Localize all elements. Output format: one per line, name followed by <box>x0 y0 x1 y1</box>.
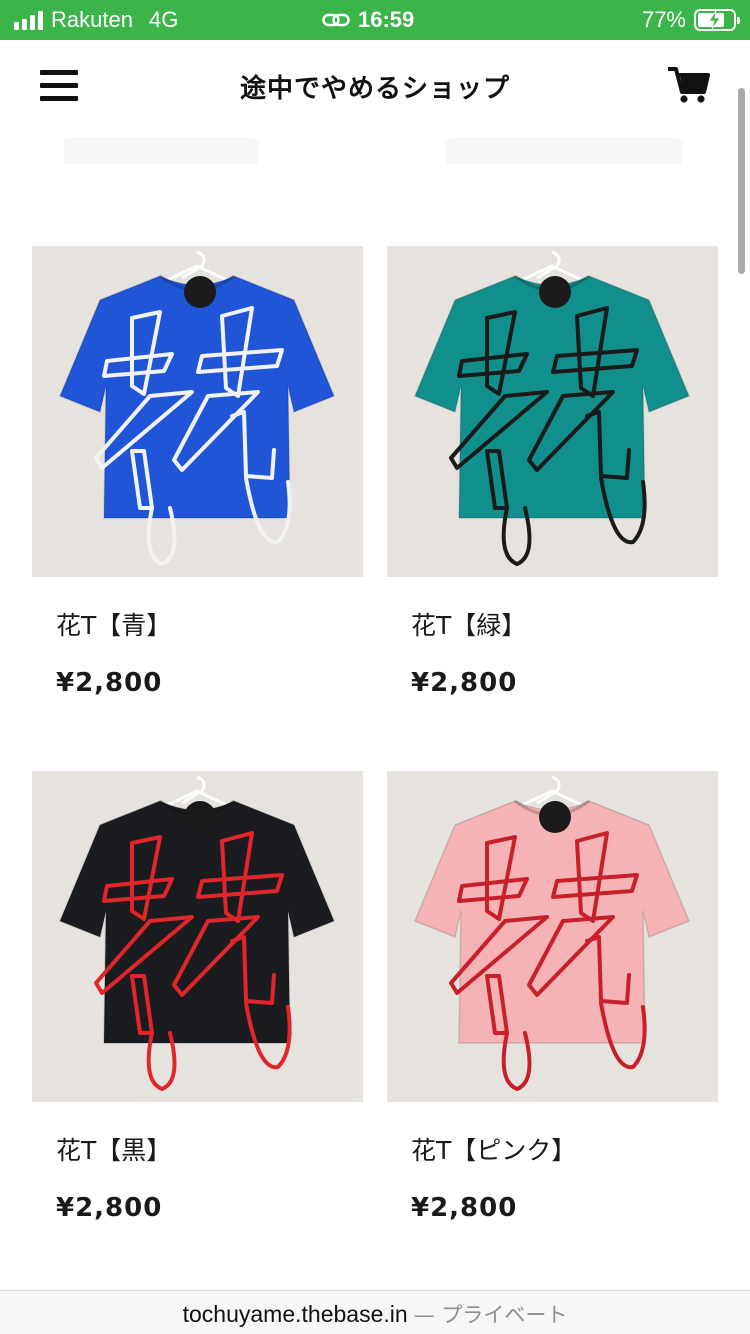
url-host: tochuyame.thebase.in <box>182 1301 408 1327</box>
tshirt-photo <box>32 771 363 1102</box>
private-mode-label: — プライベート <box>413 1303 568 1327</box>
tshirt-photo <box>32 246 363 577</box>
clock-time: 16:59 <box>358 7 415 32</box>
product-price: ¥2,800 <box>411 668 518 698</box>
tshirt-photo <box>387 771 718 1102</box>
product-name[interactable]: 花T【黒】 <box>56 1131 171 1167</box>
shopping-cart-icon[interactable] <box>667 66 710 104</box>
placeholder-bar-right <box>446 138 682 164</box>
product-name[interactable]: 花T【緑】 <box>411 606 526 642</box>
tshirt-photo <box>387 246 718 577</box>
status-bar: Rakuten 4G 16:59 77% <box>0 0 750 40</box>
placeholder-bar-left <box>64 138 258 164</box>
app-header: 途中でやめるショップ <box>0 40 750 134</box>
link-icon <box>322 13 350 27</box>
battery-percent: 77% <box>641 7 686 32</box>
browser-url-bar[interactable]: tochuyame.thebase.in — プライベート <box>0 1290 750 1334</box>
battery-charging-icon <box>694 9 740 31</box>
shop-title[interactable]: 途中でやめるショップ <box>0 68 750 105</box>
status-left: Rakuten 4G <box>14 8 178 32</box>
product-image[interactable] <box>387 771 718 1102</box>
bolt-icon <box>708 11 721 29</box>
signal-icon <box>14 10 43 30</box>
scrollbar[interactable] <box>738 88 745 274</box>
product-image[interactable] <box>32 246 363 577</box>
product-image[interactable] <box>387 246 718 577</box>
product-price: ¥2,800 <box>56 668 163 698</box>
product-name[interactable]: 花T【ピンク】 <box>411 1131 576 1167</box>
status-right: 77% <box>641 7 740 32</box>
product-name[interactable]: 花T【青】 <box>56 606 171 642</box>
status-center: 16:59 <box>322 7 415 32</box>
product-price: ¥2,800 <box>56 1193 163 1223</box>
product-price: ¥2,800 <box>411 1193 518 1223</box>
carrier-label: Rakuten <box>51 7 133 32</box>
network-label: 4G <box>148 7 179 32</box>
product-image[interactable] <box>32 771 363 1102</box>
